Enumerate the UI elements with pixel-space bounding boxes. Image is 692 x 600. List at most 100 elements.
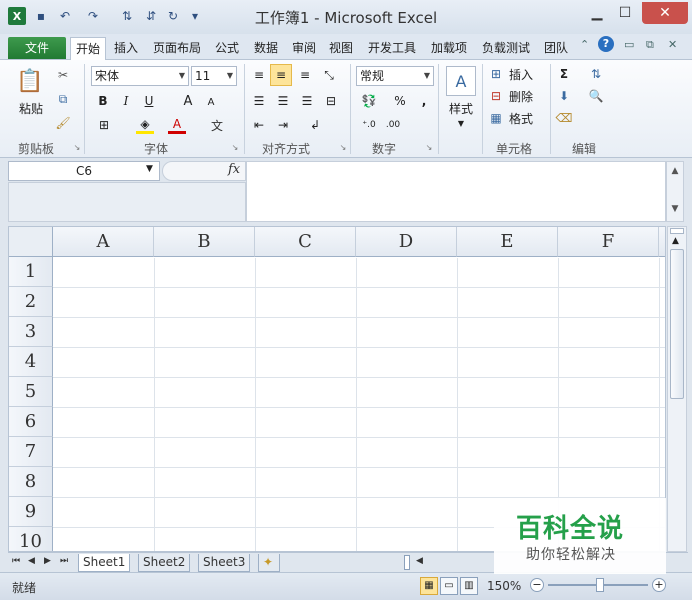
- zoom-out-icon[interactable]: −: [530, 578, 544, 592]
- vertical-scrollbar[interactable]: ▲: [667, 226, 687, 552]
- tab-developer[interactable]: 开发工具: [364, 37, 420, 59]
- column-header-partial[interactable]: [659, 227, 665, 257]
- page-break-view-icon[interactable]: ▥: [460, 577, 478, 595]
- select-all-button[interactable]: [9, 227, 53, 257]
- currency-icon[interactable]: 💱: [360, 92, 378, 110]
- column-header-f[interactable]: F: [558, 227, 659, 257]
- font-launcher-icon[interactable]: ↘: [230, 142, 240, 152]
- name-box[interactable]: C6: [8, 161, 160, 181]
- orientation-icon[interactable]: ⤡: [320, 66, 338, 84]
- insert-sheet-icon[interactable]: ✦: [258, 554, 280, 572]
- row-header-8[interactable]: 8: [9, 467, 53, 497]
- row-header-3[interactable]: 3: [9, 317, 53, 347]
- find-select-icon[interactable]: 🔍: [586, 88, 606, 104]
- sheet-tab-1[interactable]: Sheet1: [78, 554, 131, 572]
- tab-formulas[interactable]: 公式: [213, 37, 241, 59]
- tab-page-layout[interactable]: 页面布局: [150, 37, 204, 59]
- zoom-in-icon[interactable]: +: [652, 578, 666, 592]
- doc-close-icon[interactable]: ✕: [668, 38, 677, 51]
- number-format-combo[interactable]: 常规 ▼: [356, 66, 434, 86]
- format-painter-icon[interactable]: 🖌: [54, 114, 72, 132]
- tab-file[interactable]: 文件: [8, 37, 66, 59]
- doc-restore-icon[interactable]: ⧉: [646, 38, 654, 52]
- insert-cells-button[interactable]: 插入: [506, 66, 536, 82]
- zoom-slider-thumb[interactable]: [596, 578, 604, 592]
- styles-button[interactable]: 样式: [446, 100, 476, 116]
- row-header-7[interactable]: 7: [9, 437, 53, 467]
- first-sheet-icon[interactable]: ⏮: [12, 556, 20, 566]
- fill-icon[interactable]: ⬇: [556, 88, 572, 104]
- bold-button[interactable]: B: [95, 92, 111, 110]
- autosum-button[interactable]: Σ: [556, 66, 572, 82]
- copy-icon[interactable]: ⧉: [54, 90, 72, 108]
- decrease-indent-icon[interactable]: ⇤: [250, 116, 268, 134]
- zoom-level[interactable]: 150%: [487, 579, 521, 593]
- tab-addins[interactable]: 加载项: [428, 37, 470, 59]
- align-left-icon[interactable]: ☰: [250, 92, 268, 110]
- column-header-a[interactable]: A: [53, 227, 154, 257]
- chevron-down-icon[interactable]: ▼: [146, 164, 153, 174]
- column-header-c[interactable]: C: [255, 227, 356, 257]
- font-size-combo[interactable]: 11 ▼: [191, 66, 237, 86]
- column-header-b[interactable]: B: [154, 227, 255, 257]
- paste-button[interactable]: 粘贴: [14, 100, 48, 116]
- tab-review[interactable]: 审阅: [290, 37, 318, 59]
- align-bottom-icon[interactable]: ≡: [296, 66, 314, 84]
- shrink-font-button[interactable]: A: [204, 94, 218, 110]
- borders-icon[interactable]: ⊞: [95, 116, 113, 134]
- tab-view[interactable]: 视图: [327, 37, 355, 59]
- comma-button[interactable]: ,: [418, 92, 430, 110]
- insert-cells-icon[interactable]: ⊞: [488, 66, 504, 82]
- merge-center-icon[interactable]: ⊟: [322, 92, 340, 110]
- wrap-text-icon[interactable]: ↲: [306, 116, 324, 134]
- font-name-combo[interactable]: 宋体 ▼: [91, 66, 189, 86]
- page-layout-view-icon[interactable]: ▭: [440, 577, 458, 595]
- tab-data[interactable]: 数据: [252, 37, 280, 59]
- collapse-ribbon-icon[interactable]: ⌃: [580, 38, 589, 51]
- delete-cells-icon[interactable]: ⊟: [488, 88, 504, 104]
- align-center-icon[interactable]: ☰: [274, 92, 292, 110]
- normal-view-icon[interactable]: ▦: [420, 577, 438, 595]
- maximize-button[interactable]: ☐: [612, 2, 638, 24]
- delete-cells-button[interactable]: 删除: [506, 88, 536, 104]
- row-header-2[interactable]: 2: [9, 287, 53, 317]
- percent-button[interactable]: %: [392, 92, 408, 110]
- prev-sheet-icon[interactable]: ◀: [28, 556, 35, 566]
- clipboard-launcher-icon[interactable]: ↘: [72, 142, 82, 152]
- grow-font-button[interactable]: A: [180, 92, 196, 110]
- increase-decimal-icon[interactable]: ⁺.0: [360, 116, 378, 134]
- close-button[interactable]: ✕: [642, 2, 688, 24]
- tab-load-test[interactable]: 负载测试: [478, 37, 534, 59]
- tab-home[interactable]: 开始: [70, 37, 106, 61]
- underline-button[interactable]: U: [141, 92, 157, 110]
- chevron-left-icon[interactable]: ◀: [416, 556, 423, 566]
- cut-icon[interactable]: ✂: [54, 66, 72, 84]
- phonetic-icon[interactable]: 文: [208, 116, 226, 134]
- row-header-4[interactable]: 4: [9, 347, 53, 377]
- row-header-9[interactable]: 9: [9, 497, 53, 527]
- last-sheet-icon[interactable]: ⏭: [60, 556, 68, 566]
- align-middle-icon[interactable]: ≡: [270, 64, 292, 86]
- formula-scrollbar[interactable]: ▲ ▼: [666, 161, 684, 222]
- next-sheet-icon[interactable]: ▶: [44, 556, 51, 566]
- font-color-icon[interactable]: A: [168, 116, 186, 134]
- row-header-6[interactable]: 6: [9, 407, 53, 437]
- formula-input[interactable]: [246, 161, 666, 222]
- chevron-up-icon[interactable]: ▲: [667, 166, 683, 176]
- tab-team[interactable]: 团队: [542, 37, 570, 59]
- minimize-button[interactable]: ▁: [584, 2, 610, 24]
- paste-icon[interactable]: 📋: [14, 64, 46, 98]
- tab-insert[interactable]: 插入: [112, 37, 140, 59]
- clear-icon[interactable]: ⌫: [556, 110, 573, 126]
- doc-minimize-icon[interactable]: ▭: [624, 38, 634, 51]
- row-header-5[interactable]: 5: [9, 377, 53, 407]
- sheet-tab-3[interactable]: Sheet3: [198, 554, 251, 572]
- alignment-launcher-icon[interactable]: ↘: [338, 142, 348, 152]
- format-cells-button[interactable]: 格式: [506, 110, 536, 126]
- insert-function-icon[interactable]: fx: [228, 162, 240, 177]
- styles-icon[interactable]: A: [446, 66, 476, 96]
- chevron-up-icon[interactable]: ▲: [672, 236, 679, 246]
- align-right-icon[interactable]: ☰: [298, 92, 316, 110]
- row-header-1[interactable]: 1: [9, 257, 53, 287]
- fill-color-icon[interactable]: ◈: [136, 116, 154, 134]
